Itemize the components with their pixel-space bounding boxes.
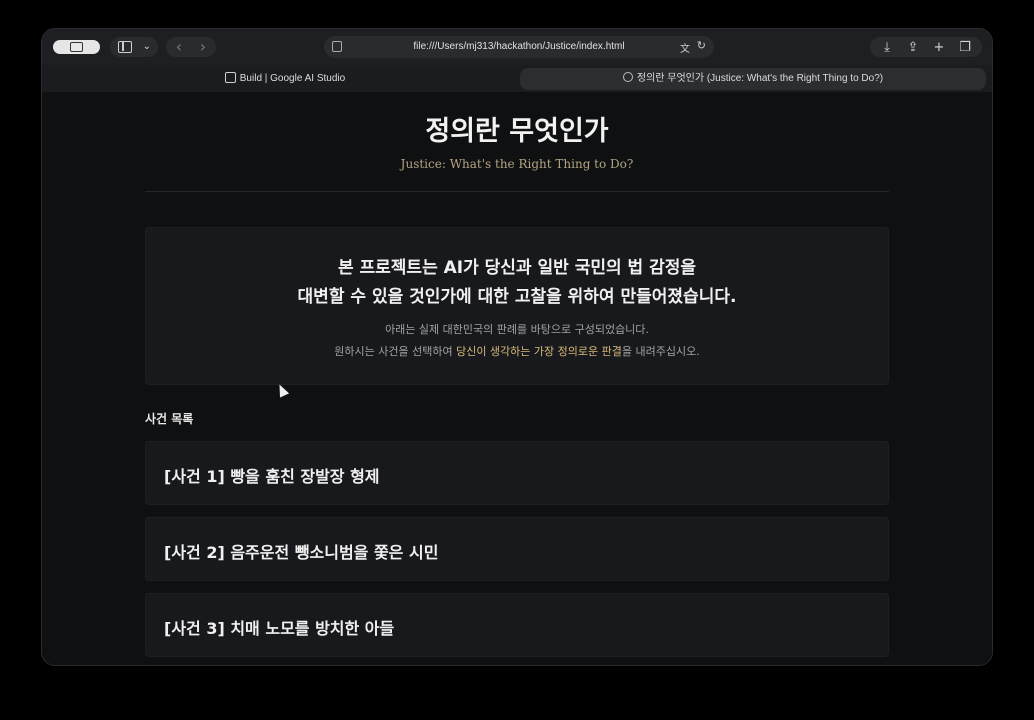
case-item-2[interactable]: [사건 2] 음주운전 뺑소니범을 쫓은 시민 xyxy=(145,517,889,581)
tab-justice[interactable]: 정의란 무엇인가 (Justice: What's the Right Thin… xyxy=(520,68,986,90)
case-list-heading: 사건 목록 xyxy=(145,412,194,426)
header-divider xyxy=(145,191,889,192)
case-title: [사건 1] 빵을 훔친 장발장 형제 xyxy=(164,467,380,486)
url-text[interactable]: file:///Users/mj313/hackathon/Justice/in… xyxy=(324,36,714,58)
sidebar-icon xyxy=(118,41,132,53)
toolbar-actions: ⤓ ⇪ + ❐ xyxy=(870,37,982,57)
page-subtitle: Justice: What's the Right Thing to Do? xyxy=(400,157,634,171)
page-content: 정의란 무엇인가 Justice: What's the Right Thing… xyxy=(42,94,992,665)
share-icon[interactable]: ⇪ xyxy=(900,40,926,55)
intro-line-4-pre: 원하시는 사건을 선택하여 xyxy=(334,345,457,358)
case-item-1[interactable]: [사건 1] 빵을 훔친 장발장 형제 xyxy=(145,441,889,505)
new-tab-icon[interactable]: + xyxy=(926,40,952,55)
intro-card: 본 프로젝트는 AI가 당신과 일반 국민의 법 감정을 대변할 수 있을 것인… xyxy=(145,227,889,385)
tab-label: 정의란 무엇인가 (Justice: What's the Right Thin… xyxy=(636,73,884,84)
window-controls[interactable] xyxy=(53,40,100,54)
tab-ai-studio[interactable]: Build | Google AI Studio xyxy=(50,68,520,90)
tab-label: Build | Google AI Studio xyxy=(239,73,346,84)
intro-line-1: 본 프로젝트는 AI가 당신과 일반 국민의 법 감정을 xyxy=(337,258,697,278)
case-title: [사건 3] 치매 노모를 방치한 아들 xyxy=(164,619,395,638)
ai-studio-icon xyxy=(224,72,236,83)
browser-window: ⌄ ‹ › file:///Users/mj313/hackathon/Justi… xyxy=(41,28,993,666)
case-title: [사건 2] 음주운전 뺑소니범을 쫓은 시민 xyxy=(164,543,439,562)
window-icon xyxy=(70,42,83,52)
address-bar[interactable]: file:///Users/mj313/hackathon/Justice/in… xyxy=(324,36,714,58)
browser-toolbar: ⌄ ‹ › file:///Users/mj313/hackathon/Justi… xyxy=(42,29,992,65)
forward-icon[interactable]: › xyxy=(191,37,215,57)
intro-line-2: 대변할 수 있을 것인가에 대한 고찰을 위하여 만들어졌습니다. xyxy=(297,287,737,307)
download-icon[interactable]: ⤓ xyxy=(874,40,900,55)
reload-icon[interactable]: ↻ xyxy=(697,39,706,52)
navigation-buttons: ‹ › xyxy=(166,37,216,57)
translate-icon[interactable]: 文 xyxy=(680,40,690,55)
intro-line-4-post: 을 내려주십시오. xyxy=(621,345,700,358)
chevron-down-icon: ⌄ xyxy=(142,41,151,52)
page-status-icon xyxy=(622,72,633,82)
intro-line-4: 원하시는 사건을 선택하여 당신이 생각하는 가장 정의로운 판결을 내려주십시… xyxy=(146,343,888,359)
case-item-3[interactable]: [사건 3] 치매 노모를 방치한 아들 xyxy=(145,593,889,657)
intro-line-3: 아래는 실제 대한민국의 판례를 바탕으로 구성되었습니다. xyxy=(385,323,649,336)
sidebar-toggle-button[interactable]: ⌄ xyxy=(110,37,158,57)
page-title: 정의란 무엇인가 xyxy=(425,116,609,147)
toolbar-action-group: ⤓ ⇪ + ❐ xyxy=(870,37,982,57)
intro-highlight: 당신이 생각하는 가장 정의로운 판결 xyxy=(456,345,622,358)
tab-bar: Build | Google AI Studio 정의란 무엇인가 (Justi… xyxy=(42,65,992,93)
tab-overview-icon[interactable]: ❐ xyxy=(952,40,978,55)
back-icon[interactable]: ‹ xyxy=(167,37,191,57)
